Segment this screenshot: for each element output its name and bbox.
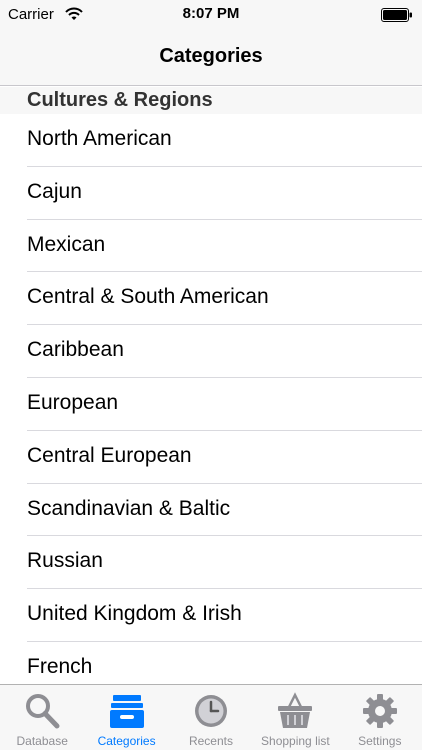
tab-bar: Database Categories Recents Shopping lis…	[0, 684, 422, 750]
tab-categories[interactable]: Categories	[84, 685, 168, 750]
drawer-icon	[109, 695, 144, 728]
page-title: Categories	[159, 45, 263, 67]
section-header-label: Cultures & Regions	[27, 89, 213, 111]
list-item-label: Central & South American	[27, 285, 269, 309]
section-header: Cultures & Regions	[0, 87, 422, 114]
list-item-label: Scandinavian & Baltic	[27, 496, 231, 520]
tab-settings[interactable]: Settings	[338, 685, 422, 750]
list-item-label: French	[27, 654, 93, 678]
category-list: North American Cajun Mexican Central & S…	[0, 114, 422, 695]
tab-label: Settings	[358, 734, 402, 748]
battery-icon	[381, 8, 412, 22]
status-bar: Carrier 8:07 PM	[0, 0, 422, 30]
list-item[interactable]: European	[0, 377, 422, 431]
list-item-label: Mexican	[27, 232, 106, 256]
list-item[interactable]: Mexican	[0, 219, 422, 273]
list-item[interactable]: Central European	[0, 430, 422, 484]
tab-recents[interactable]: Recents	[169, 685, 253, 750]
tab-shopping-list[interactable]: Shopping list	[253, 685, 337, 750]
navigation-bar: Categories	[0, 30, 422, 86]
status-time: 8:07 PM	[182, 5, 240, 22]
tab-label: Categories	[97, 734, 156, 748]
list-item-label: European	[27, 390, 119, 414]
tab-label: Shopping list	[261, 734, 330, 748]
tab-label: Recents	[188, 734, 233, 748]
list-item[interactable]: Russian	[0, 536, 422, 590]
list-item[interactable]: Central & South American	[0, 272, 422, 326]
list-item-label: United Kingdom & Irish	[27, 602, 242, 626]
list-item-label: North American	[27, 127, 172, 150]
list-item[interactable]: United Kingdom & Irish	[0, 589, 422, 642]
gear-icon	[362, 694, 397, 728]
clock-icon	[194, 695, 227, 727]
tab-database[interactable]: Database	[0, 685, 84, 750]
list-item-label: Central European	[27, 443, 192, 467]
tab-label: Database	[16, 734, 68, 748]
list-item-label: Cajun	[27, 179, 82, 203]
list-item[interactable]: Cajun	[0, 166, 422, 220]
list-item[interactable]: Caribbean	[0, 325, 422, 378]
magnifier-icon	[26, 694, 60, 729]
list-item-label: Russian	[27, 549, 103, 573]
list-item[interactable]: North American	[0, 114, 422, 167]
list-item-label: Caribbean	[27, 338, 124, 362]
basket-icon	[278, 692, 313, 728]
list-item[interactable]: Scandinavian & Baltic	[0, 483, 422, 537]
